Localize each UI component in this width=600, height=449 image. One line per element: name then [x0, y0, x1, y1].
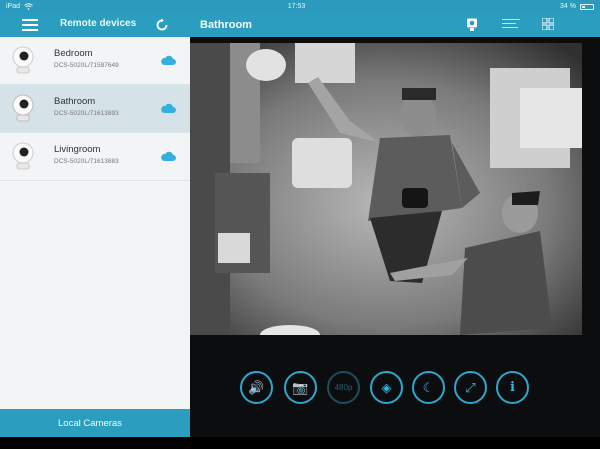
sidebar-title: Remote devices [60, 18, 137, 29]
speaker-icon: 🔊 [248, 379, 265, 395]
carrier-label: iPad [6, 3, 21, 10]
device-id: DCS-5020L/71587649 [54, 62, 119, 69]
menu-icon[interactable] [22, 19, 38, 31]
camera-controls: 🔊 📷 480p ◈ ☾ ⤢ i [240, 371, 540, 407]
main-header: Bathroom [190, 13, 600, 37]
camera-snapshot-icon: 📷 [292, 379, 309, 395]
camera-view-panel: Bathroom 🔊 📷 480p ◈ ☾ ⤢ i [190, 13, 600, 437]
night-mode-button[interactable]: ☾ [412, 371, 445, 404]
resolution-button[interactable]: 480p [327, 371, 360, 404]
pan-tilt-button[interactable]: ◈ [370, 371, 403, 404]
resolution-icon: 480p [334, 383, 353, 392]
device-item-bathroom[interactable]: Bathroom DCS-5020L/71613893 [0, 85, 190, 133]
local-cameras-button[interactable]: Local Cameras [0, 409, 190, 437]
camera-title: Bathroom [200, 19, 252, 31]
refresh-icon[interactable] [155, 18, 169, 32]
pan-tilt-icon: ◈ [381, 379, 392, 395]
camera-device-icon [12, 46, 34, 74]
device-item-livingroom[interactable]: Livingroom DCS-5020L/71613883 [0, 133, 190, 181]
live-video-feed[interactable] [190, 43, 582, 335]
grid-view-icon[interactable] [542, 18, 554, 30]
cloud-icon [161, 103, 176, 113]
info-icon: i [510, 380, 515, 395]
camera-device-icon [12, 94, 34, 122]
device-item-bedroom[interactable]: Bedroom DCS-5020L/71587649 [0, 37, 190, 85]
clock: 17:53 [287, 3, 306, 10]
stream-info-icon [502, 19, 520, 28]
device-list: Bedroom DCS-5020L/71587649 Bathroom DCS-… [0, 37, 190, 181]
device-name: Bedroom [54, 48, 93, 59]
fullscreen-button[interactable]: ⤢ [454, 371, 487, 404]
status-bar: iPad 17:53 34 % [0, 0, 600, 13]
battery-percent: 34 % [560, 3, 576, 10]
battery-icon [579, 3, 594, 10]
local-cameras-label: Local Cameras [58, 418, 122, 429]
speaker-button[interactable]: 🔊 [240, 371, 273, 404]
device-name: Livingroom [54, 144, 101, 155]
wifi-icon [24, 3, 33, 10]
night-mode-icon: ☾ [422, 379, 435, 395]
sidebar: Remote devices Bedroom DCS-5020L/7158764… [0, 13, 190, 437]
sidebar-header: Remote devices [0, 13, 190, 37]
camera-device-icon [12, 142, 34, 170]
fullscreen-icon: ⤢ [465, 379, 476, 395]
snapshot-button[interactable]: 📷 [284, 371, 317, 404]
camera-settings-icon[interactable] [466, 18, 478, 32]
info-button[interactable]: i [496, 371, 529, 404]
cloud-icon [161, 151, 176, 161]
device-name: Bathroom [54, 96, 96, 107]
device-id: DCS-5020L/71613893 [54, 110, 119, 117]
cloud-icon [161, 55, 176, 65]
device-id: DCS-5020L/71613883 [54, 158, 119, 165]
